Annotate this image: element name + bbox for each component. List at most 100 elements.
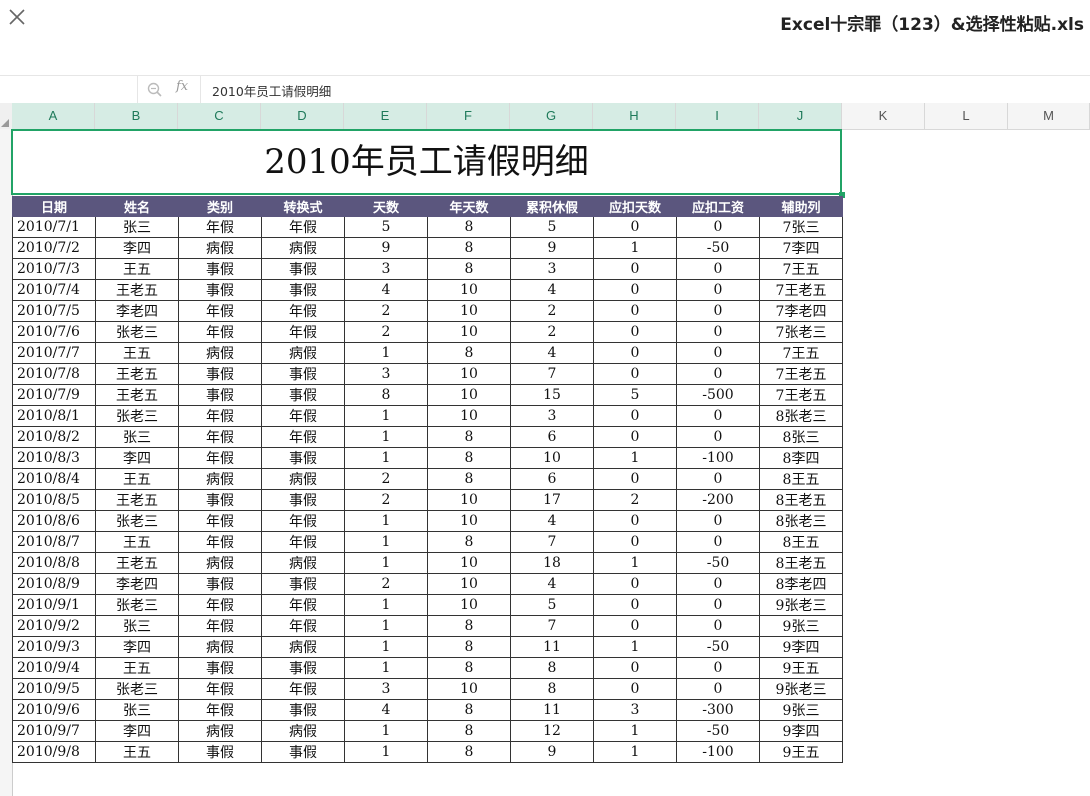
table-cell[interactable]: 2010/9/1 bbox=[12, 594, 96, 616]
table-cell[interactable]: 2010/7/1 bbox=[12, 216, 96, 238]
table-cell[interactable]: 王老五 bbox=[95, 279, 179, 301]
table-cell[interactable]: 李四 bbox=[95, 237, 179, 259]
table-cell[interactable]: 11 bbox=[510, 636, 594, 658]
table-cell[interactable]: 1 bbox=[344, 426, 428, 448]
row-header[interactable]: 3 bbox=[0, 299, 12, 310]
table-cell[interactable]: 年假 bbox=[261, 300, 345, 322]
table-cell[interactable]: 年假 bbox=[178, 216, 262, 238]
row-header[interactable]: 6 bbox=[0, 654, 12, 665]
table-cell[interactable]: 事假 bbox=[178, 279, 262, 301]
table-cell[interactable]: 9李四 bbox=[759, 720, 843, 742]
column-header-k[interactable]: K bbox=[842, 103, 925, 129]
table-cell[interactable]: 10 bbox=[427, 678, 511, 700]
column-header-b[interactable]: B bbox=[95, 103, 178, 129]
row-header[interactable]: 3 bbox=[0, 508, 12, 519]
table-cell[interactable]: 8张老三 bbox=[759, 405, 843, 427]
column-header-m[interactable]: M bbox=[1008, 103, 1090, 129]
table-cell[interactable]: 年假 bbox=[178, 321, 262, 343]
table-cell[interactable]: 8 bbox=[427, 615, 511, 637]
table-cell[interactable]: 0 bbox=[593, 363, 677, 385]
table-cell[interactable]: 病假 bbox=[261, 636, 345, 658]
table-cell[interactable]: 6 bbox=[510, 426, 594, 448]
table-cell[interactable]: 4 bbox=[510, 573, 594, 595]
table-cell[interactable]: 事假 bbox=[178, 363, 262, 385]
table-cell[interactable]: 王五 bbox=[95, 657, 179, 679]
table-cell[interactable]: 王老五 bbox=[95, 384, 179, 406]
table-cell[interactable]: 张三 bbox=[95, 615, 179, 637]
table-cell[interactable]: 8 bbox=[427, 216, 511, 238]
row-header[interactable]: 9 bbox=[0, 424, 12, 435]
table-cell[interactable]: 0 bbox=[676, 615, 760, 637]
table-cell[interactable]: 10 bbox=[510, 447, 594, 469]
table-cell[interactable]: 事假 bbox=[261, 489, 345, 511]
column-header-c[interactable]: C bbox=[178, 103, 261, 129]
table-cell[interactable]: 李四 bbox=[95, 447, 179, 469]
table-cell[interactable]: 2010/7/3 bbox=[12, 258, 96, 280]
table-cell[interactable]: 4 bbox=[344, 279, 428, 301]
table-cell[interactable]: 3 bbox=[344, 363, 428, 385]
name-box[interactable] bbox=[0, 76, 138, 103]
table-cell[interactable]: 6 bbox=[510, 468, 594, 490]
table-cell[interactable]: 事假 bbox=[261, 279, 345, 301]
table-cell[interactable]: 10 bbox=[427, 279, 511, 301]
table-cell[interactable]: 1 bbox=[593, 636, 677, 658]
table-cell[interactable]: 事假 bbox=[178, 573, 262, 595]
table-cell[interactable]: 0 bbox=[593, 573, 677, 595]
row-header[interactable]: 7 bbox=[0, 382, 12, 393]
table-cell[interactable]: 0 bbox=[593, 216, 677, 238]
table-cell[interactable]: 0 bbox=[593, 678, 677, 700]
table-cell[interactable]: 17 bbox=[510, 489, 594, 511]
column-header-e[interactable]: E bbox=[344, 103, 427, 129]
table-cell[interactable]: 年假 bbox=[178, 447, 262, 469]
table-cell[interactable]: 9张三 bbox=[759, 615, 843, 637]
row-header[interactable]: 2 bbox=[0, 487, 12, 498]
table-cell[interactable]: 年假 bbox=[178, 615, 262, 637]
column-header-j[interactable]: J bbox=[759, 103, 842, 129]
table-cell[interactable]: 年假 bbox=[178, 678, 262, 700]
table-cell[interactable]: 病假 bbox=[178, 720, 262, 742]
table-cell[interactable]: 0 bbox=[593, 468, 677, 490]
table-cell[interactable]: 1 bbox=[344, 531, 428, 553]
table-cell[interactable]: 事假 bbox=[261, 573, 345, 595]
zoom-out-icon[interactable] bbox=[146, 81, 164, 99]
table-cell[interactable]: 1 bbox=[593, 741, 677, 763]
table-cell[interactable]: 张三 bbox=[95, 216, 179, 238]
table-cell[interactable]: 王五 bbox=[95, 741, 179, 763]
table-cell[interactable]: 2010/7/5 bbox=[12, 300, 96, 322]
table-cell[interactable]: 4 bbox=[510, 279, 594, 301]
table-cell[interactable]: 8 bbox=[427, 699, 511, 721]
table-cell[interactable]: 0 bbox=[676, 468, 760, 490]
table-cell[interactable]: 1 bbox=[344, 552, 428, 574]
table-cell[interactable]: 2010/8/7 bbox=[12, 531, 96, 553]
row-header[interactable]: 4 bbox=[0, 320, 12, 331]
table-cell[interactable]: 3 bbox=[510, 258, 594, 280]
table-cell[interactable]: 王五 bbox=[95, 468, 179, 490]
table-cell[interactable]: 8 bbox=[427, 258, 511, 280]
table-cell[interactable]: 0 bbox=[593, 657, 677, 679]
table-cell[interactable]: 7王五 bbox=[759, 342, 843, 364]
table-cell[interactable]: 7 bbox=[510, 531, 594, 553]
table-cell[interactable]: 0 bbox=[676, 531, 760, 553]
column-header-l[interactable]: L bbox=[925, 103, 1008, 129]
table-cell[interactable]: -300 bbox=[676, 699, 760, 721]
table-cell[interactable]: 7张老三 bbox=[759, 321, 843, 343]
table-cell[interactable]: 7王老五 bbox=[759, 279, 843, 301]
column-header-h[interactable]: H bbox=[593, 103, 676, 129]
table-cell[interactable]: 0 bbox=[676, 321, 760, 343]
header-cell[interactable]: 日期 bbox=[12, 196, 96, 217]
table-cell[interactable]: -50 bbox=[676, 552, 760, 574]
table-cell[interactable]: 7张三 bbox=[759, 216, 843, 238]
row-header[interactable]: 0 bbox=[0, 738, 12, 749]
table-cell[interactable]: 病假 bbox=[261, 342, 345, 364]
table-cell[interactable]: 0 bbox=[593, 531, 677, 553]
table-cell[interactable]: 事假 bbox=[178, 258, 262, 280]
table-cell[interactable]: 2 bbox=[510, 300, 594, 322]
table-cell[interactable]: 8王五 bbox=[759, 468, 843, 490]
table-cell[interactable]: 年假 bbox=[261, 531, 345, 553]
table-cell[interactable]: 8 bbox=[427, 237, 511, 259]
table-cell[interactable]: 1 bbox=[344, 636, 428, 658]
table-cell[interactable]: 王老五 bbox=[95, 489, 179, 511]
sheet-title-cell[interactable]: 2010年员工请假明细 bbox=[11, 129, 842, 195]
table-cell[interactable]: 年假 bbox=[261, 510, 345, 532]
table-cell[interactable]: 年假 bbox=[261, 678, 345, 700]
